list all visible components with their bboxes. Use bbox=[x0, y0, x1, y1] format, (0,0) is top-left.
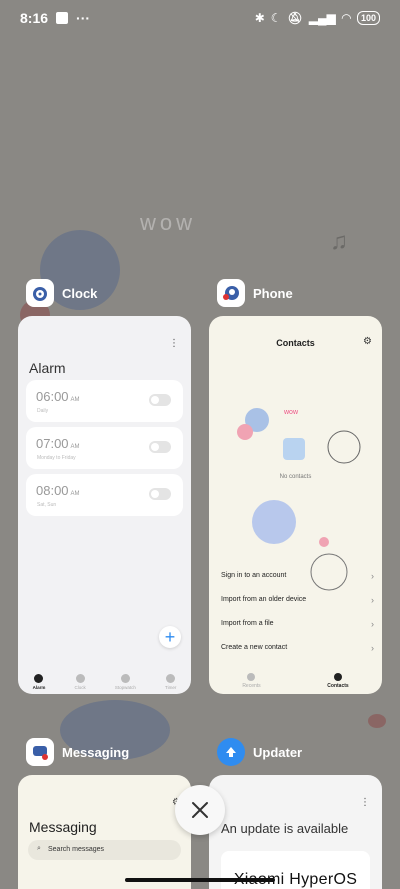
wifi-icon: ◠ bbox=[341, 11, 351, 25]
list-item[interactable]: Import from an older device › bbox=[221, 595, 374, 605]
messaging-app-label: Messaging bbox=[62, 744, 130, 760]
tab-recents[interactable]: Recents bbox=[242, 673, 261, 689]
status-time: 8:16 bbox=[20, 10, 49, 26]
search-input[interactable]: ⌕ Search messages bbox=[28, 840, 181, 860]
more-options-icon[interactable]: ⋮ bbox=[169, 338, 179, 349]
messaging-title: Messaging bbox=[29, 819, 97, 835]
clock-icon bbox=[75, 674, 85, 683]
updater-app-label: Updater bbox=[253, 744, 303, 760]
no-contacts-text: No contacts bbox=[279, 474, 312, 480]
music-note-doodle: ♫ bbox=[330, 228, 348, 255]
app-header-messaging[interactable]: Messaging bbox=[26, 738, 129, 766]
alarm-item[interactable]: 07:00 AM Monday to Friday bbox=[26, 427, 183, 469]
alarm-item[interactable]: 08:00 AM Sat, Sun bbox=[26, 474, 183, 516]
clock-tab-bar: Alarm Clock Stopwatch Timer bbox=[18, 674, 191, 690]
clock-app-card[interactable]: ⋮ Alarm 06:00 AM Daily 07:00 AM Monday to … bbox=[18, 316, 191, 694]
tab-label: Alarm bbox=[32, 685, 46, 690]
settings-gear-icon[interactable]: ⚙ bbox=[363, 336, 372, 347]
wow-doodle: wow bbox=[140, 210, 197, 235]
phone-app-label: Phone bbox=[253, 285, 293, 301]
alarm-toggle[interactable] bbox=[149, 488, 171, 500]
app-header-updater[interactable]: Updater bbox=[217, 738, 302, 766]
chevron-right-icon: › bbox=[371, 619, 374, 629]
app-header-clock[interactable]: Clock bbox=[26, 279, 97, 307]
phone-tab-bar: Recents Contacts bbox=[209, 673, 382, 689]
status-bar: 8:16 ··· ✱ ☾ 🔕︎ ▂▄▆ ◠ 100 bbox=[0, 0, 400, 36]
alarm-time: 06:00 bbox=[36, 389, 69, 404]
phone-icon bbox=[247, 673, 256, 681]
phone-app-card[interactable]: Contacts ⚙ wow No contacts Sign in to an… bbox=[209, 316, 382, 694]
alarm-repeat: Daily bbox=[37, 408, 49, 414]
contact-placeholder-icon bbox=[283, 438, 305, 460]
updater-app-icon bbox=[217, 738, 245, 766]
more-notifications-icon: ··· bbox=[76, 10, 91, 26]
clock-app-icon bbox=[26, 279, 54, 307]
battery-icon: 100 bbox=[356, 11, 380, 25]
heart-small-doodle bbox=[368, 714, 386, 728]
alarm-ampm: AM bbox=[70, 397, 80, 403]
wow-sticker: wow bbox=[283, 409, 299, 416]
updater-app-card[interactable]: ⋮ An update is available Xiaomi HyperOS bbox=[209, 775, 382, 889]
alarm-repeat: Monday to Friday bbox=[37, 455, 76, 461]
messaging-app-card[interactable]: ⚙ Messaging ⌕ Search messages bbox=[18, 775, 191, 889]
signal-icon: ▂▄▆ bbox=[308, 11, 336, 25]
timer-icon bbox=[166, 674, 176, 683]
do-not-disturb-icon: ☾ bbox=[270, 11, 282, 25]
person-icon bbox=[333, 673, 342, 681]
chevron-right-icon: › bbox=[371, 643, 374, 653]
tab-contacts[interactable]: Contacts bbox=[327, 673, 349, 689]
alarm-toggle[interactable] bbox=[149, 441, 171, 453]
silent-icon: 🔕︎ bbox=[287, 11, 303, 25]
tab-label: Contacts bbox=[327, 683, 349, 689]
add-alarm-button[interactable]: + bbox=[159, 626, 181, 648]
alarm-title: Alarm bbox=[29, 360, 66, 376]
tab-label: Stopwatch bbox=[114, 685, 136, 690]
option-label: Create a new contact bbox=[221, 644, 288, 651]
phone-app-icon bbox=[217, 279, 245, 307]
list-item[interactable]: Sign in to an account › bbox=[221, 571, 374, 581]
alarm-ampm: AM bbox=[70, 444, 80, 450]
alarm-time: 08:00 bbox=[36, 483, 69, 498]
stopwatch-icon bbox=[120, 674, 130, 683]
search-placeholder: Search messages bbox=[48, 846, 105, 853]
list-item[interactable]: Create a new contact › bbox=[221, 643, 374, 653]
close-icon bbox=[192, 802, 208, 818]
app-header-phone[interactable]: Phone bbox=[217, 279, 293, 307]
bluetooth-icon: ✱ bbox=[254, 11, 265, 25]
alarm-repeat: Sat, Sun bbox=[37, 502, 57, 508]
alarm-item[interactable]: 06:00 AM Daily bbox=[26, 380, 183, 422]
chevron-right-icon: › bbox=[371, 571, 374, 581]
option-label: Import from a file bbox=[221, 620, 274, 627]
tab-timer[interactable]: Timer bbox=[165, 674, 176, 690]
tab-label: Recents bbox=[242, 683, 261, 689]
messaging-app-icon bbox=[26, 738, 54, 766]
alarm-icon bbox=[34, 674, 44, 683]
clock-app-label: Clock bbox=[62, 285, 98, 301]
update-title: An update is available bbox=[221, 821, 349, 836]
tab-alarm[interactable]: Alarm bbox=[32, 674, 46, 690]
notification-icon bbox=[56, 12, 69, 24]
search-icon: ⌕ bbox=[37, 845, 41, 852]
tab-label: Clock bbox=[74, 685, 86, 690]
tab-clock[interactable]: Clock bbox=[74, 674, 86, 690]
clear-all-button[interactable] bbox=[175, 785, 225, 835]
tab-stopwatch[interactable]: Stopwatch bbox=[115, 674, 136, 690]
home-indicator[interactable] bbox=[125, 878, 275, 882]
option-label: Import from an older device bbox=[221, 596, 307, 603]
alarm-ampm: AM bbox=[70, 491, 80, 497]
option-label: Sign in to an account bbox=[221, 572, 287, 579]
alarm-time: 07:00 bbox=[36, 436, 69, 451]
chevron-right-icon: › bbox=[371, 595, 374, 605]
alarm-toggle[interactable] bbox=[149, 394, 171, 406]
tab-label: Timer bbox=[165, 685, 177, 690]
contacts-title: Contacts bbox=[276, 338, 315, 348]
list-item[interactable]: Import from a file › bbox=[221, 619, 374, 629]
more-options-icon[interactable]: ⋮ bbox=[360, 797, 370, 808]
